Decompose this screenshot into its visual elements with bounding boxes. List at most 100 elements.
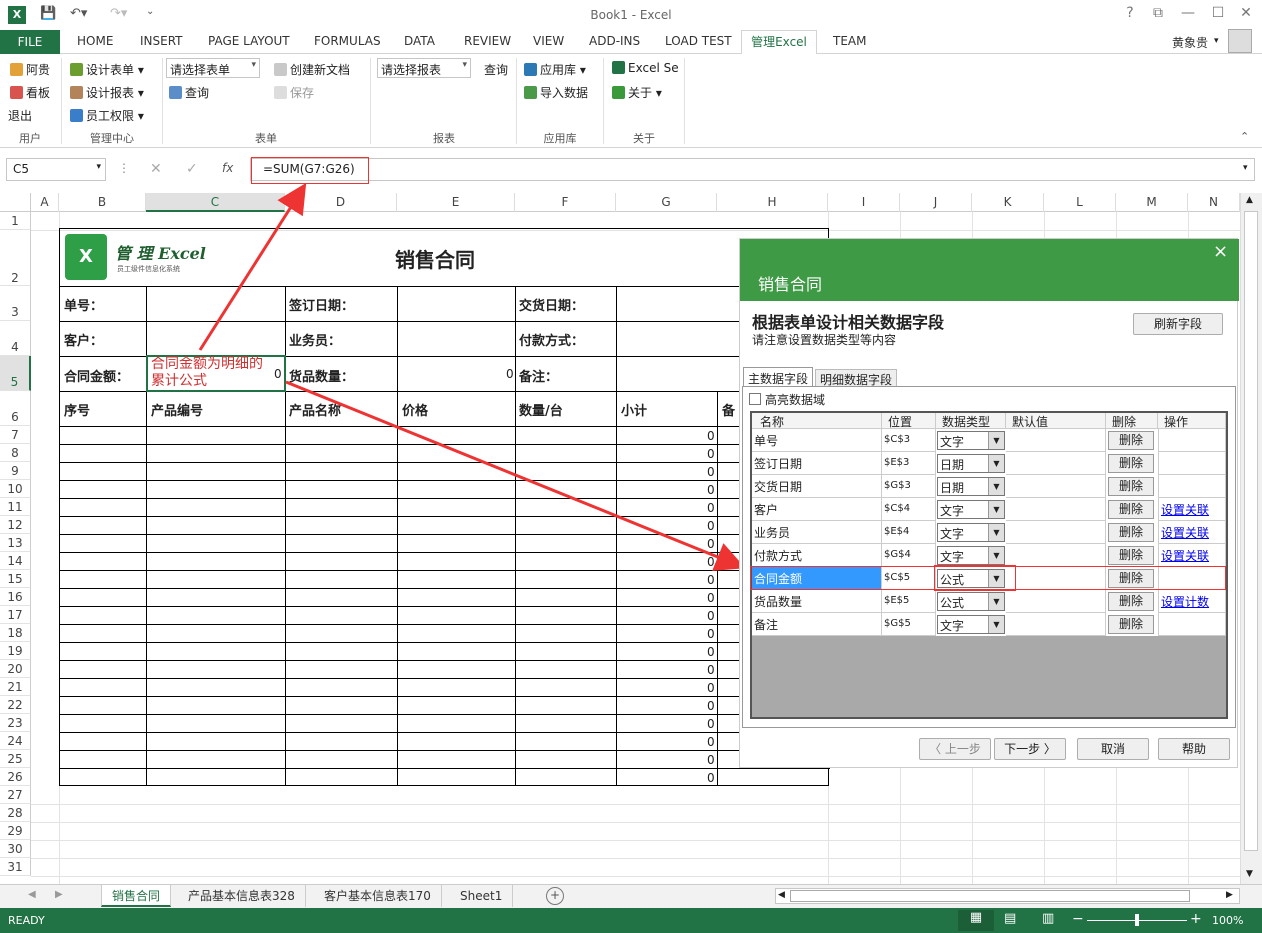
row-header[interactable]: 17 bbox=[0, 606, 31, 624]
delete-button[interactable]: 删除 bbox=[1108, 592, 1154, 611]
excel-se-button[interactable]: Excel Se bbox=[612, 61, 679, 75]
user-dropdown-icon[interactable]: ▾ bbox=[1214, 36, 1219, 46]
cancel-formula-icon[interactable]: ✕ bbox=[150, 161, 162, 177]
tab-home[interactable]: HOME bbox=[77, 34, 113, 48]
close-icon[interactable]: ✕ bbox=[1232, 5, 1260, 21]
col-header-m[interactable]: M bbox=[1116, 193, 1188, 212]
design-report-button[interactable]: 设计报表 ▾ bbox=[70, 84, 144, 101]
tab-add-ins[interactable]: ADD-INS bbox=[589, 34, 640, 48]
delete-button[interactable]: 删除 bbox=[1108, 454, 1154, 473]
row-header[interactable]: 10 bbox=[0, 480, 31, 498]
delete-button[interactable]: 删除 bbox=[1108, 546, 1154, 565]
subtotal-value[interactable]: 0 bbox=[707, 699, 715, 713]
zoom-level[interactable]: 100% bbox=[1212, 914, 1243, 927]
tab-main-fields[interactable]: 主数据字段 bbox=[743, 367, 814, 387]
tab-view[interactable]: VIEW bbox=[533, 34, 564, 48]
row-header[interactable]: 21 bbox=[0, 678, 31, 696]
scroll-down-icon[interactable]: ▼ bbox=[1246, 869, 1253, 879]
add-sheet-icon[interactable]: + bbox=[546, 887, 564, 905]
default-cell[interactable] bbox=[1006, 475, 1106, 498]
col-header-i[interactable]: I bbox=[828, 193, 900, 212]
row-header[interactable]: 27 bbox=[0, 786, 31, 804]
insert-function-icon[interactable]: fx bbox=[222, 161, 233, 175]
row-header[interactable]: 28 bbox=[0, 804, 31, 822]
table-row[interactable]: 签订日期 $E$3 日期 ▼ 删除 bbox=[752, 452, 1226, 475]
tab-manage-excel[interactable]: 管理Excel bbox=[741, 30, 817, 55]
row-header[interactable]: 22 bbox=[0, 696, 31, 714]
logout-button[interactable]: 退出 bbox=[8, 107, 32, 124]
subtotal-value[interactable]: 0 bbox=[707, 465, 715, 479]
row-header[interactable]: 6 bbox=[0, 391, 31, 426]
save-doc-button[interactable]: 保存 bbox=[274, 84, 314, 101]
highlight-checkbox[interactable] bbox=[749, 393, 761, 405]
operation-link[interactable]: 设置关联 bbox=[1158, 521, 1226, 544]
col-header-c[interactable]: C bbox=[146, 193, 285, 212]
row-header[interactable]: 3 bbox=[0, 286, 31, 321]
operation-link[interactable] bbox=[1158, 452, 1226, 475]
table-row[interactable]: 交货日期 $G$3 日期 ▼ 删除 bbox=[752, 475, 1226, 498]
type-select[interactable]: 文字 ▼ bbox=[937, 523, 1005, 542]
table-row[interactable]: 单号 $C$3 文字 ▼ 删除 bbox=[752, 429, 1226, 452]
row-header[interactable]: 11 bbox=[0, 498, 31, 516]
col-header-b[interactable]: B bbox=[59, 193, 146, 212]
horizontal-scrollbar[interactable]: ◀ ▶ bbox=[775, 888, 1240, 904]
col-header-k[interactable]: K bbox=[972, 193, 1044, 212]
report-select[interactable]: 请选择报表 ▾ bbox=[377, 58, 471, 78]
about-button[interactable]: 关于 ▾ bbox=[612, 84, 662, 101]
formula-input[interactable]: =SUM(G7:G26) bbox=[250, 158, 1255, 181]
scroll-thumb[interactable] bbox=[1244, 211, 1258, 851]
row-header[interactable]: 18 bbox=[0, 624, 31, 642]
table-row[interactable]: 备注 $G$5 文字 ▼ 删除 bbox=[752, 613, 1226, 636]
subtotal-value[interactable]: 0 bbox=[707, 645, 715, 659]
subtotal-value[interactable]: 0 bbox=[707, 447, 715, 461]
row-header[interactable]: 12 bbox=[0, 516, 31, 534]
default-cell[interactable] bbox=[1006, 521, 1106, 544]
collapse-ribbon-icon[interactable]: ⌃ bbox=[1240, 130, 1249, 143]
subtotal-value[interactable]: 0 bbox=[707, 483, 715, 497]
app-library-button[interactable]: 应用库 ▾ bbox=[524, 61, 586, 78]
subtotal-value[interactable]: 0 bbox=[707, 501, 715, 515]
scroll-left-icon[interactable]: ◀ bbox=[778, 890, 785, 900]
maximize-icon[interactable]: ☐ bbox=[1204, 5, 1232, 21]
sheet-tab-products[interactable]: 产品基本信息表328 bbox=[178, 885, 306, 907]
sheet-tab-customers[interactable]: 客户基本信息表170 bbox=[314, 885, 442, 907]
select-all-corner[interactable] bbox=[0, 193, 31, 212]
avatar[interactable] bbox=[1228, 29, 1252, 53]
help-button[interactable]: 帮助 bbox=[1158, 738, 1230, 760]
tab-detail-fields[interactable]: 明细数据字段 bbox=[815, 369, 898, 387]
col-header-h[interactable]: H bbox=[717, 193, 828, 212]
row-header[interactable]: 15 bbox=[0, 570, 31, 588]
vertical-scrollbar[interactable]: ▲ ▼ bbox=[1240, 193, 1262, 884]
user-agui-button[interactable]: 阿贵 bbox=[10, 61, 50, 78]
table-row[interactable]: 业务员 $E$4 文字 ▼ 删除 设置关联 bbox=[752, 521, 1226, 544]
default-cell[interactable] bbox=[1006, 498, 1106, 521]
subtotal-value[interactable]: 0 bbox=[707, 519, 715, 533]
help-icon[interactable]: ? bbox=[1116, 5, 1144, 21]
table-row[interactable]: 客户 $C$4 文字 ▼ 删除 设置关联 bbox=[752, 498, 1226, 521]
operation-link[interactable]: 设置关联 bbox=[1158, 498, 1226, 521]
row-header[interactable]: 29 bbox=[0, 822, 31, 840]
col-header-f[interactable]: F bbox=[515, 193, 616, 212]
scroll-right-icon[interactable]: ▶ bbox=[1226, 890, 1233, 900]
tab-page-layout[interactable]: PAGE LAYOUT bbox=[208, 34, 290, 48]
col-header-j[interactable]: J bbox=[900, 193, 972, 212]
row-header[interactable]: 9 bbox=[0, 462, 31, 480]
col-header-l[interactable]: L bbox=[1044, 193, 1116, 212]
subtotal-value[interactable]: 0 bbox=[707, 429, 715, 443]
delete-button[interactable]: 删除 bbox=[1108, 615, 1154, 634]
row-header[interactable]: 2 bbox=[0, 230, 31, 286]
form-query-button[interactable]: 查询 bbox=[169, 84, 209, 101]
row-header[interactable]: 7 bbox=[0, 426, 31, 444]
qty-value[interactable]: 0 bbox=[506, 367, 514, 381]
col-header-g[interactable]: G bbox=[616, 193, 717, 212]
prev-step-button[interactable]: 〈 上一步 bbox=[919, 738, 991, 760]
subtotal-value[interactable]: 0 bbox=[707, 609, 715, 623]
row-header[interactable]: 24 bbox=[0, 732, 31, 750]
delete-button[interactable]: 删除 bbox=[1108, 500, 1154, 519]
delete-button[interactable]: 删除 bbox=[1108, 523, 1154, 542]
table-row[interactable]: 货品数量 $E$5 公式 ▼ 删除 设置计数 bbox=[752, 590, 1226, 613]
col-header-d[interactable]: D bbox=[285, 193, 397, 212]
form-select[interactable]: 请选择表单 ▾ bbox=[166, 58, 260, 78]
name-box[interactable]: C5 ▾ bbox=[6, 158, 106, 181]
type-select[interactable]: 文字 ▼ bbox=[937, 431, 1005, 450]
